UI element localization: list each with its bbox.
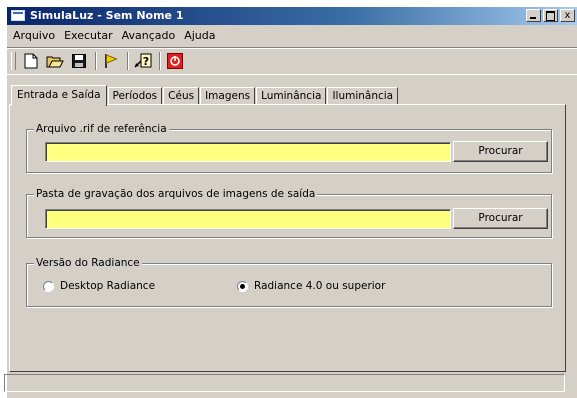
run-flag-icon — [105, 54, 118, 68]
save-disk-icon — [72, 54, 86, 68]
radio-button-checked[interactable] — [237, 280, 248, 292]
menu-avancado[interactable]: Avançado — [119, 28, 179, 44]
reference-file-label: Arquivo .rif de referência — [34, 122, 169, 136]
window-controls: x — [526, 9, 575, 23]
window-title: SimulaLuz - Sem Nome 1 — [30, 9, 184, 22]
new-file-button[interactable] — [20, 51, 42, 71]
tab-periodos[interactable]: Períodos — [107, 87, 163, 105]
tab-luminancia[interactable]: Luminância — [256, 87, 327, 105]
tab-entrada-e-saida[interactable]: Entrada e Saída — [11, 85, 107, 106]
status-bar — [4, 374, 565, 392]
svg-text:?: ? — [143, 55, 149, 68]
browse-reference-button[interactable]: Procurar — [453, 141, 548, 162]
radiance-version-group: Versão do Radiance Desktop Radiance Radi… — [26, 256, 552, 307]
run-button[interactable] — [100, 51, 122, 71]
close-button[interactable]: x — [560, 9, 575, 22]
help-button[interactable]: ? — [132, 51, 154, 71]
radio-desktop-radiance[interactable]: Desktop Radiance — [43, 280, 155, 292]
menu-bar: Arquivo Executar Avançado Ajuda — [7, 27, 577, 45]
title-bar[interactable]: SimulaLuz - Sem Nome 1 x — [7, 7, 577, 25]
output-folder-group: Pasta de gravação dos arquivos de imagen… — [26, 187, 552, 238]
browse-output-button[interactable]: Procurar — [453, 208, 548, 229]
menu-ajuda[interactable]: Ajuda — [181, 28, 218, 44]
tab-imagens[interactable]: Imagens — [200, 87, 256, 105]
output-folder-field[interactable] — [45, 209, 451, 229]
menu-arquivo[interactable]: Arquivo — [10, 28, 58, 44]
toolbar-grip[interactable] — [11, 52, 16, 70]
radio-radiance-4-label: Radiance 4.0 ou superior — [254, 280, 386, 292]
radio-desktop-radiance-label: Desktop Radiance — [60, 280, 156, 292]
stop-button[interactable] — [164, 51, 186, 71]
toolbar-separator — [95, 52, 97, 70]
save-button[interactable] — [68, 51, 90, 71]
app-icon — [11, 10, 25, 21]
new-file-icon — [24, 53, 38, 69]
toolbar: ? — [7, 47, 577, 75]
radio-radiance-4[interactable]: Radiance 4.0 ou superior — [237, 280, 385, 292]
open-folder-icon — [46, 56, 64, 68]
tab-panel: Arquivo .rif de referência Procurar Past… — [9, 104, 566, 372]
toolbar-separator — [127, 52, 129, 70]
toolbar-separator — [159, 52, 161, 70]
maximize-button[interactable] — [543, 9, 558, 22]
output-folder-label: Pasta de gravação dos arquivos de imagen… — [34, 187, 318, 201]
minimize-button[interactable] — [526, 9, 541, 22]
open-button[interactable] — [44, 51, 66, 71]
tab-ceus[interactable]: Céus — [163, 87, 200, 105]
reference-file-group: Arquivo .rif de referência Procurar — [26, 122, 552, 173]
menu-executar[interactable]: Executar — [61, 28, 116, 44]
help-icon: ? — [134, 53, 152, 68]
tab-strip: Entrada e Saída Períodos Céus Imagens Lu… — [11, 83, 399, 106]
stop-icon — [167, 53, 183, 69]
radiance-version-label: Versão do Radiance — [34, 256, 142, 270]
radio-button-unchecked[interactable] — [43, 280, 54, 292]
tab-iluminancia[interactable]: Iluminância — [327, 87, 399, 105]
reference-file-field[interactable] — [45, 142, 451, 162]
